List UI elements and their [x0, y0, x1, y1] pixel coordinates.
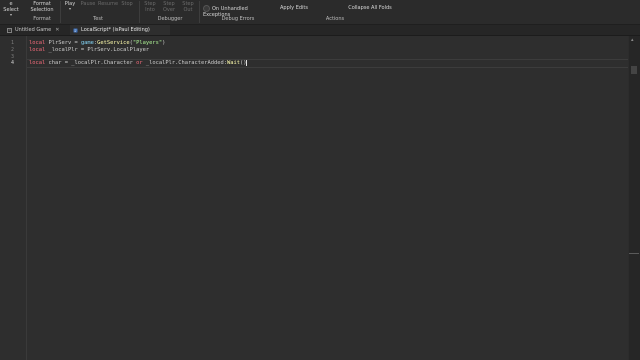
group-label-format: Format: [33, 16, 51, 22]
group-separator: [60, 1, 61, 23]
keyword-token: local: [29, 47, 46, 53]
script-editor[interactable]: 1 2 3 4 local PlrServ = game:GetService(…: [0, 36, 628, 360]
play-button[interactable]: Play ▾: [62, 1, 78, 11]
tab-localscript[interactable]: LocalScript* (isPaul Editing): [70, 25, 170, 35]
pause-label: Pause: [80, 1, 96, 7]
code-line-4[interactable]: local char = _localPlr.Character or _loc…: [29, 60, 248, 66]
code-line-1[interactable]: local PlrServ = game:GetService("Players…: [29, 40, 165, 46]
collapse-all-folds-button[interactable]: Collapse All Folds: [347, 5, 393, 11]
code-line-2[interactable]: local _localPlr = PlrServ.LocalPlayer: [29, 47, 149, 53]
builtin-token: game: [80, 40, 94, 46]
format-selection-button[interactable]: Format Selection: [27, 1, 57, 13]
code-token: _localPlr.CharacterAdded:: [142, 60, 227, 66]
checkbox-icon: [203, 5, 210, 12]
vertical-scrollbar[interactable]: ▴: [628, 36, 640, 360]
chevron-up-icon[interactable]: ▴: [631, 37, 634, 43]
scrollbar-thumb[interactable]: [631, 66, 637, 74]
ribbon-toolbar: e Select ▾ Format Selection Format Play …: [0, 0, 640, 25]
step-over-label: Step Over: [162, 1, 176, 13]
text-cursor: [246, 60, 248, 66]
format-selection-label: Format Selection: [30, 1, 54, 13]
line-number: 2: [10, 47, 14, 53]
stop-button[interactable]: Stop: [120, 1, 134, 7]
script-icon: [73, 28, 78, 32]
group-label-actions: Actions: [325, 16, 345, 22]
step-out-label: Step Out: [182, 1, 194, 13]
code-token: PlrServ =: [45, 40, 81, 46]
apply-edits-label: Apply Edits: [280, 5, 308, 11]
method-token: Wait: [227, 60, 240, 66]
code-token: _localPlr = PlrServ.LocalPlayer: [45, 47, 150, 53]
tab-label: Untitled Game: [15, 27, 52, 33]
step-into-button[interactable]: Step Into: [142, 1, 158, 13]
collapse-all-folds-label: Collapse All Folds: [348, 5, 392, 11]
apply-edits-button[interactable]: Apply Edits: [278, 5, 310, 11]
editor-tab-bar: Untitled Game ✕ LocalScript* (isPaul Edi…: [0, 25, 640, 36]
select-button[interactable]: e Select ▾: [1, 1, 21, 17]
group-label-debug-errors: Debug Errors: [221, 16, 255, 22]
keyword-token: local: [29, 60, 46, 66]
group-label-test: Test: [93, 16, 103, 22]
step-out-button[interactable]: Step Out: [180, 1, 196, 13]
group-label-debugger: Debugger: [157, 16, 183, 22]
step-into-label: Step Into: [144, 1, 156, 13]
method-token: GetService: [97, 40, 130, 46]
stop-label: Stop: [121, 1, 133, 7]
line-number-current: 4: [10, 60, 14, 66]
resume-label: Resume: [97, 1, 119, 7]
line-number-gutter: 1 2 3 4: [0, 36, 27, 360]
minimap-marker: [629, 253, 639, 254]
group-separator: [199, 1, 200, 23]
tab-untitled-game[interactable]: Untitled Game ✕: [4, 25, 72, 35]
keyword-token: local: [29, 40, 46, 46]
code-token: ): [162, 40, 166, 46]
chevron-down-icon: ▾: [68, 6, 71, 11]
string-token: "Players": [132, 40, 163, 46]
file-icon: [7, 27, 12, 33]
pause-button[interactable]: Pause: [80, 1, 96, 7]
line-number: 1: [10, 40, 14, 46]
code-token: char = _localPlr.Character: [45, 60, 137, 66]
close-icon[interactable]: ✕: [55, 27, 59, 33]
group-separator: [139, 1, 140, 23]
chevron-down-icon: ▾: [9, 12, 12, 17]
resume-button[interactable]: Resume: [97, 1, 119, 7]
step-over-button[interactable]: Step Over: [161, 1, 177, 13]
tab-label: LocalScript* (isPaul Editing): [81, 27, 150, 33]
